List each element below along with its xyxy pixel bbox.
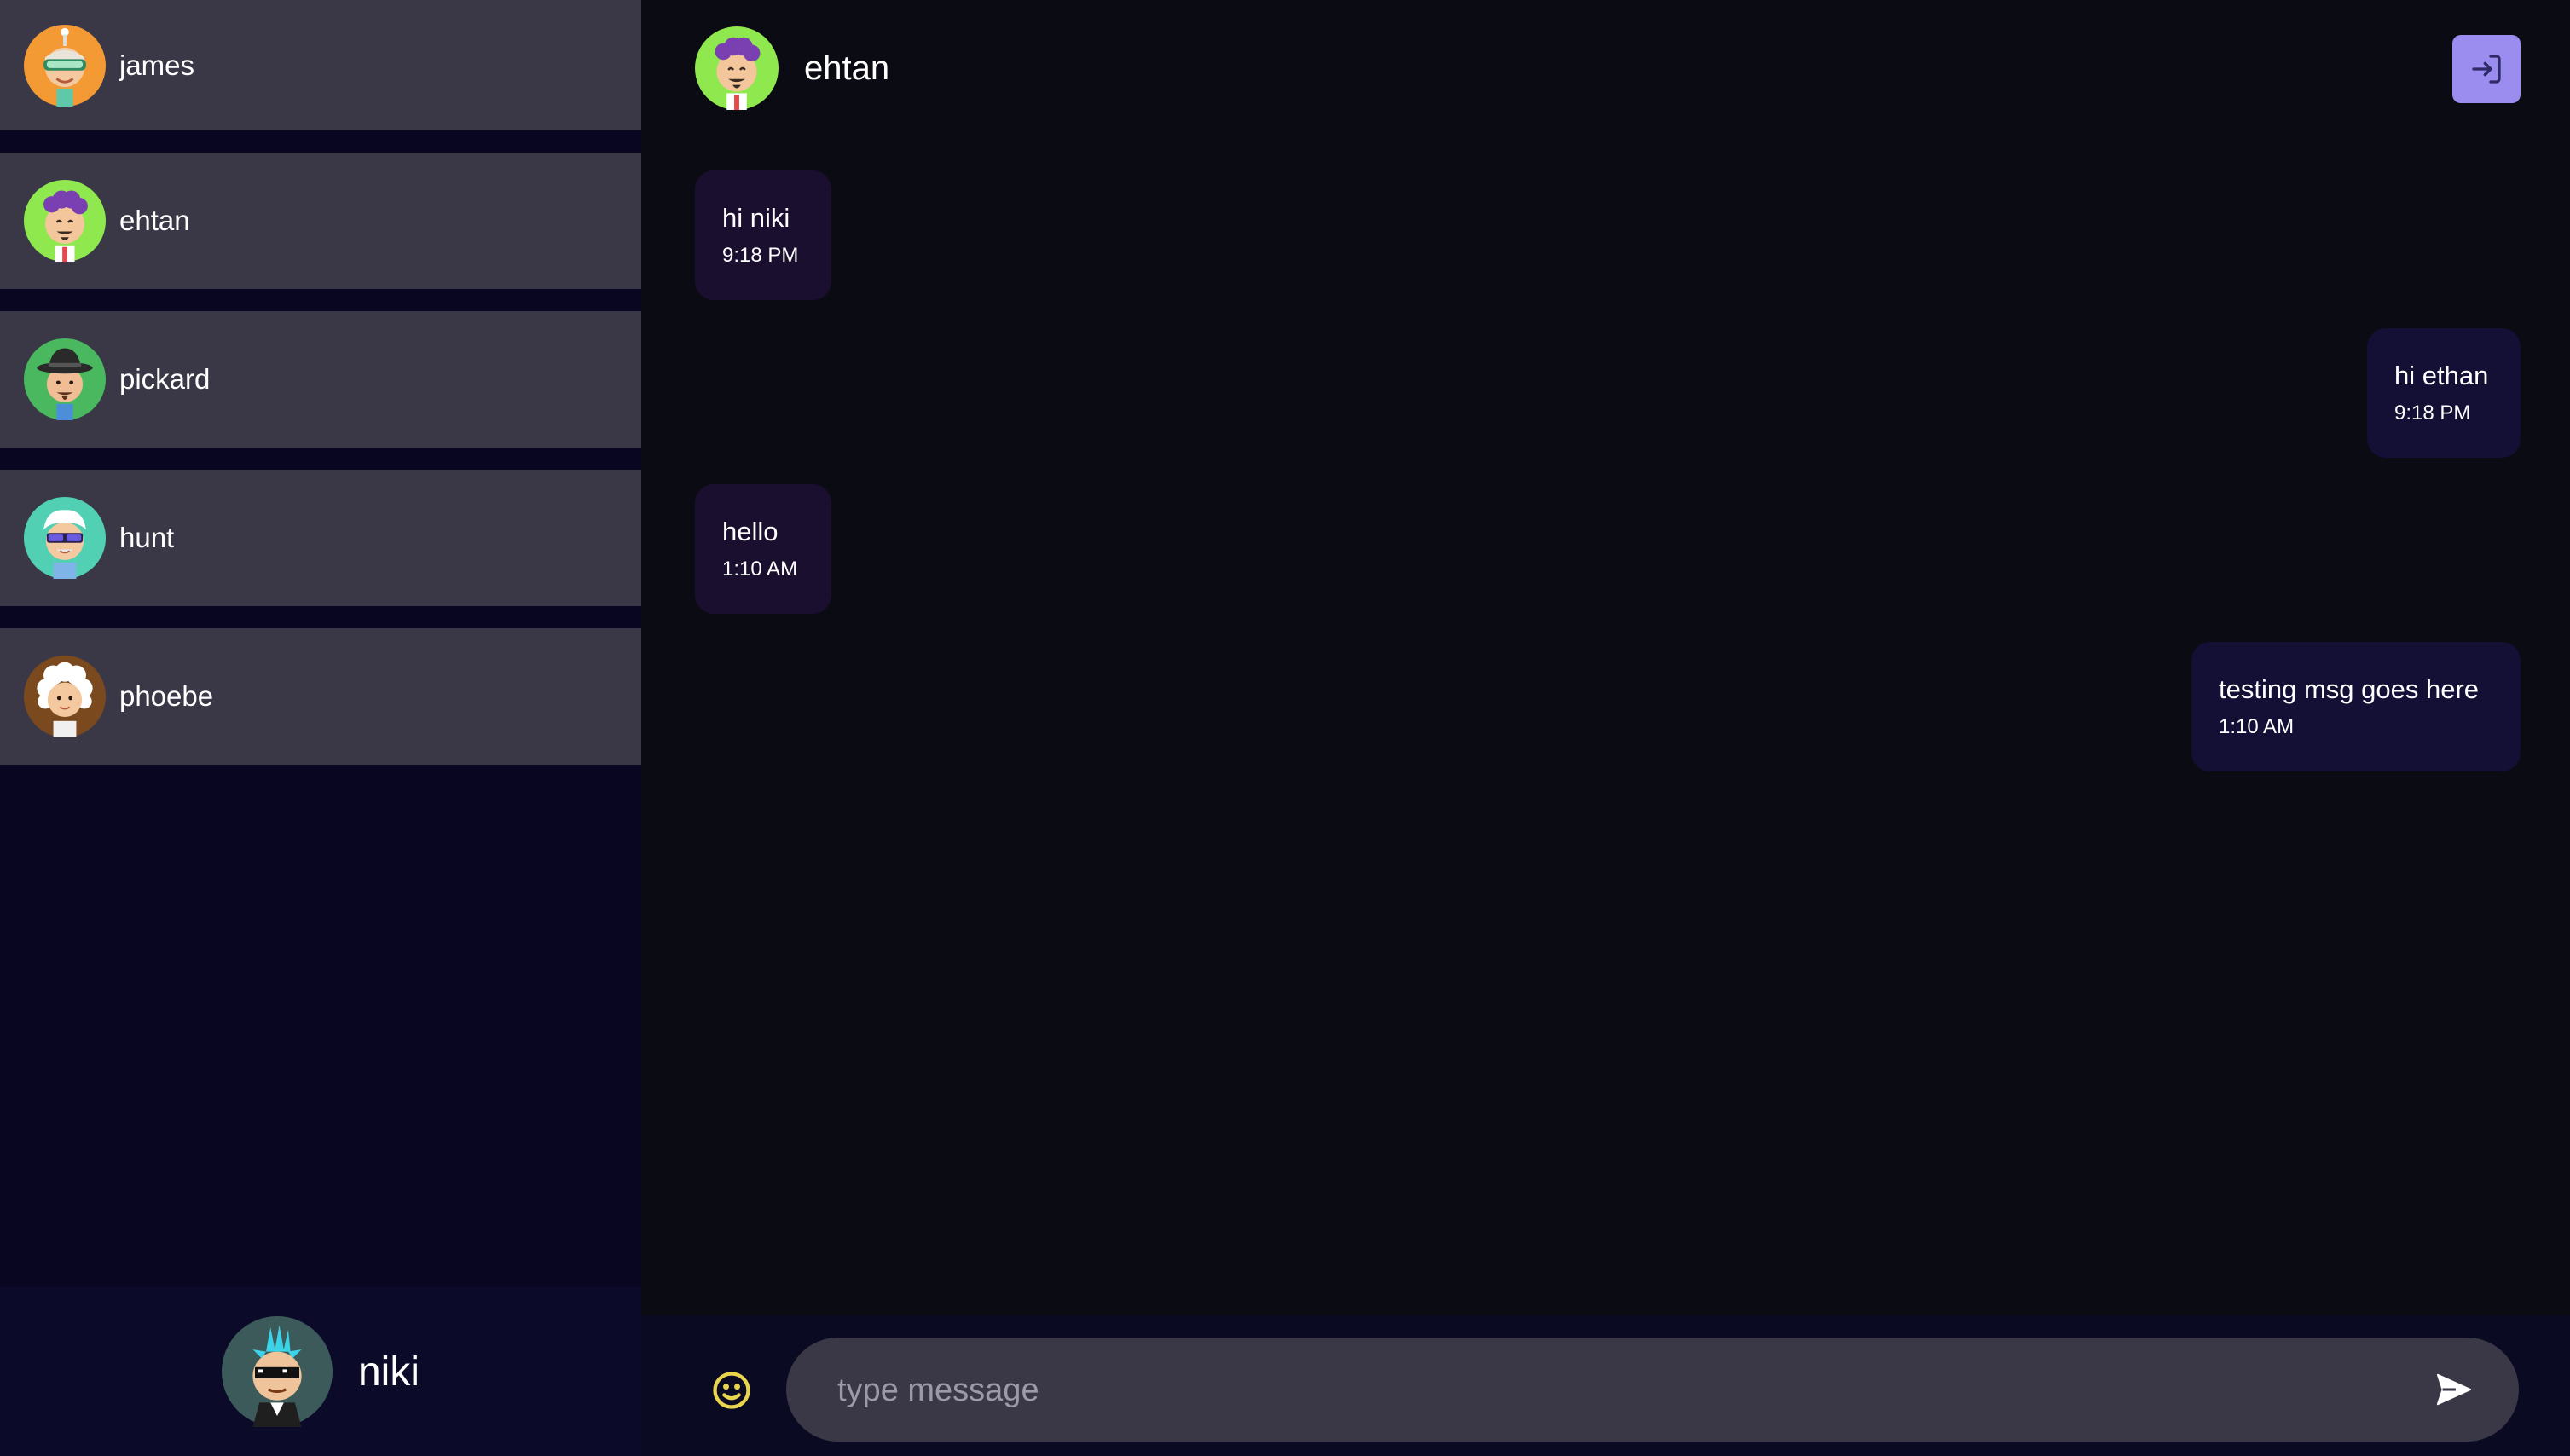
- message-input[interactable]: [836, 1338, 2391, 1443]
- message-incoming: hi niki 9:18 PM: [695, 170, 831, 300]
- logout-button[interactable]: [2452, 35, 2521, 103]
- contact-name: hunt: [119, 522, 175, 553]
- message-text: hi ethan: [2394, 361, 2489, 390]
- avatar-green-purple-hair: [695, 26, 779, 110]
- contact-item-pickard[interactable]: pickard: [0, 311, 641, 448]
- avatar-green-purple-hair: [24, 180, 106, 262]
- contact-name: pickard: [119, 363, 211, 395]
- message-text: hi niki: [722, 203, 790, 233]
- avatar-green-hat: [24, 338, 106, 420]
- contact-item-phoebe[interactable]: phoebe: [0, 628, 641, 765]
- message-text: testing msg goes here: [2219, 674, 2480, 704]
- current-user-name: niki: [357, 1349, 420, 1395]
- contact-name: ehtan: [119, 205, 190, 236]
- smiley-icon[interactable]: [709, 1368, 754, 1413]
- contact-name: james: [119, 49, 195, 81]
- avatar-brown-white-hair: [24, 656, 106, 737]
- message-time: 1:10 AM: [2219, 715, 2295, 738]
- avatar-teal-sunglasses: [24, 497, 106, 579]
- message-outgoing: hi ethan 9:18 PM: [2367, 328, 2521, 458]
- contact-item-james[interactable]: james: [0, 0, 641, 130]
- contact-name: phoebe: [119, 680, 214, 712]
- message-input-wrapper: [786, 1338, 2519, 1443]
- contact-item-hunt[interactable]: hunt: [0, 470, 641, 606]
- sidebar: james ehtan pickard hunt phoebe niki: [0, 0, 641, 1456]
- contact-list: james ehtan pickard hunt phoebe: [0, 0, 641, 787]
- current-user-panel: niki: [0, 1287, 641, 1456]
- logout-icon: [2472, 55, 2501, 84]
- message-composer: [641, 1315, 2570, 1456]
- chat-header: ehtan: [641, 0, 2570, 136]
- avatar-orange-vr-goggles: [24, 25, 106, 107]
- chat-app: james ehtan pickard hunt phoebe niki eht…: [0, 0, 2570, 1456]
- message-time: 1:10 AM: [722, 558, 798, 581]
- chat-panel: ehtan hi niki 9:18 PM hi ethan 9:18 PM h…: [641, 0, 2570, 1456]
- chat-partner-name: ehtan: [804, 49, 890, 87]
- message-time: 9:18 PM: [2394, 402, 2471, 425]
- send-icon[interactable]: [2434, 1370, 2474, 1409]
- contact-item-ehtan[interactable]: ehtan: [0, 153, 641, 289]
- avatar-slate-mohawk-shades: [222, 1316, 333, 1427]
- message-time: 9:18 PM: [722, 244, 799, 267]
- message-text: hello: [722, 517, 779, 546]
- message-incoming: hello 1:10 AM: [695, 484, 831, 614]
- message-outgoing: testing msg goes here 1:10 AM: [2191, 642, 2521, 771]
